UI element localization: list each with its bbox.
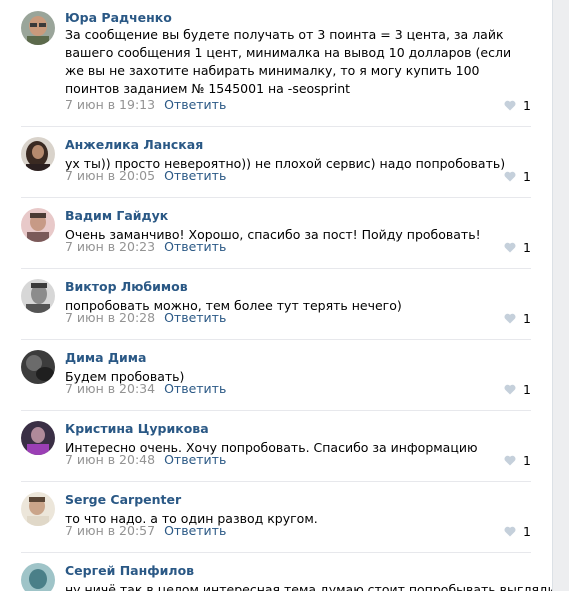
comment-item: Юра Радченко За сообщение вы будете полу…: [0, 0, 552, 127]
avatar[interactable]: [21, 279, 55, 313]
comment-item: Кристина Цурикова Интересно очень. Хочу …: [0, 411, 552, 482]
comment-meta: 7 июн в 19:13 Ответить: [65, 97, 226, 112]
comment-item: Анжелика Ланская ух ты)) просто невероят…: [0, 127, 552, 198]
comment-meta: 7 июн в 20:23 Ответить: [65, 239, 226, 254]
like-count: 1: [523, 453, 531, 468]
comment-item: Виктор Любимов попробовать можно, тем бо…: [0, 269, 552, 340]
comment-author[interactable]: Сергей Панфилов: [65, 563, 194, 578]
comment-item: Вадим Гайдук Очень заманчиво! Хорошо, сп…: [0, 198, 552, 269]
comment-author[interactable]: Вадим Гайдук: [65, 208, 168, 223]
like-count: 1: [523, 311, 531, 326]
comment-item: Сергей Панфилов ну ничё так в целом инте…: [0, 553, 552, 591]
like-button[interactable]: 1: [504, 169, 531, 184]
comment-item: Дима Дима Будем пробовать) 7 июн в 20:34…: [0, 340, 552, 411]
avatar[interactable]: [21, 11, 55, 45]
comment-item: Serge Carpenter то что надо. а то один р…: [0, 482, 552, 553]
reply-link[interactable]: Ответить: [164, 452, 226, 467]
comment-date[interactable]: 7 июн в 20:05: [65, 168, 155, 183]
avatar-purple-icon: [21, 421, 55, 455]
comment-date[interactable]: 7 июн в 20:57: [65, 523, 155, 538]
comment-date[interactable]: 7 июн в 19:13: [65, 97, 155, 112]
like-button[interactable]: 1: [504, 98, 531, 113]
avatar[interactable]: [21, 563, 55, 591]
comment-author[interactable]: Виктор Любимов: [65, 279, 188, 294]
comment-meta: 7 июн в 20:48 Ответить: [65, 452, 226, 467]
heart-icon: [504, 313, 516, 324]
comment-text: За сообщение вы будете получать от 3 пои…: [65, 27, 512, 96]
comment-date[interactable]: 7 июн в 20:48: [65, 452, 155, 467]
avatar-man-light-icon: [21, 492, 55, 526]
like-button[interactable]: 1: [504, 524, 531, 539]
reply-link[interactable]: Ответить: [164, 523, 226, 538]
like-count: 1: [523, 169, 531, 184]
like-count: 1: [523, 382, 531, 397]
comment-author[interactable]: Кристина Цурикова: [65, 421, 209, 436]
heart-icon: [504, 526, 516, 537]
avatar-woman-dark-icon: [21, 137, 55, 171]
reply-link[interactable]: Ответить: [164, 239, 226, 254]
avatar-dark-photo-icon: [21, 350, 55, 384]
comment-meta: 7 июн в 20:57 Ответить: [65, 523, 226, 538]
like-button[interactable]: 1: [504, 382, 531, 397]
comments-panel: Юра Радченко За сообщение вы будете полу…: [0, 0, 553, 591]
comment-author[interactable]: Serge Carpenter: [65, 492, 181, 507]
avatar[interactable]: [21, 350, 55, 384]
reply-link[interactable]: Ответить: [164, 381, 226, 396]
comment-date[interactable]: 7 июн в 20:23: [65, 239, 155, 254]
reply-link[interactable]: Ответить: [164, 310, 226, 325]
comment-meta: 7 июн в 20:05 Ответить: [65, 168, 226, 183]
heart-icon: [504, 171, 516, 182]
comment-author[interactable]: Юра Радченко: [65, 10, 172, 25]
heart-icon: [504, 455, 516, 466]
like-button[interactable]: 1: [504, 311, 531, 326]
heart-icon: [504, 100, 516, 111]
avatar-man-glasses-icon: [21, 11, 55, 45]
reply-link[interactable]: Ответить: [164, 97, 226, 112]
like-count: 1: [523, 240, 531, 255]
comment-text: ну ничё так в целом интересная тема дума…: [65, 582, 553, 591]
avatar[interactable]: [21, 137, 55, 171]
comment-meta: 7 июн в 20:34 Ответить: [65, 381, 226, 396]
like-count: 1: [523, 98, 531, 113]
comment-author[interactable]: Анжелика Ланская: [65, 137, 203, 152]
avatar[interactable]: [21, 208, 55, 242]
avatar-man-pink-icon: [21, 208, 55, 242]
like-button[interactable]: 1: [504, 240, 531, 255]
avatar-teal-icon: [21, 563, 55, 591]
comment-author[interactable]: Дима Дима: [65, 350, 146, 365]
comment-date[interactable]: 7 июн в 20:34: [65, 381, 155, 396]
like-button[interactable]: 1: [504, 453, 531, 468]
heart-icon: [504, 384, 516, 395]
comment-meta: 7 июн в 20:28 Ответить: [65, 310, 226, 325]
avatar[interactable]: [21, 492, 55, 526]
avatar-man-gray-icon: [21, 279, 55, 313]
reply-link[interactable]: Ответить: [164, 168, 226, 183]
avatar[interactable]: [21, 421, 55, 455]
like-count: 1: [523, 524, 531, 539]
comment-date[interactable]: 7 июн в 20:28: [65, 310, 155, 325]
heart-icon: [504, 242, 516, 253]
